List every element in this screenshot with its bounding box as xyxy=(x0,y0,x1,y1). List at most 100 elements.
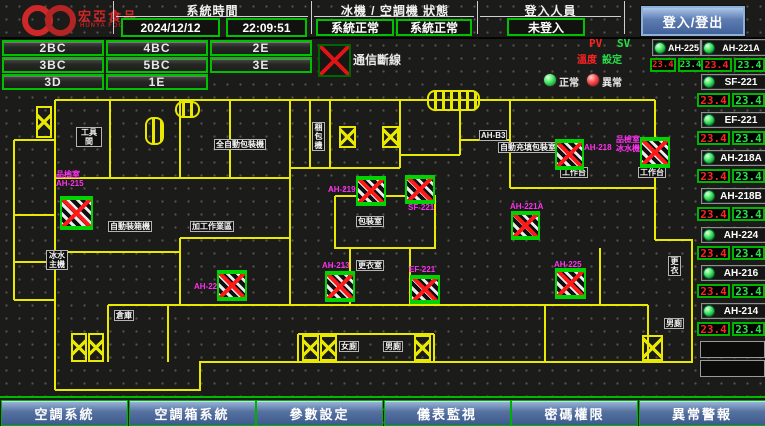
stair-x-icon xyxy=(36,106,52,138)
room-label: 更衣 xyxy=(668,256,681,276)
sv-value-ah-214: 23.4 xyxy=(732,322,765,336)
unit-name: SF-221 xyxy=(717,77,765,88)
sv-header-label: SV xyxy=(617,37,630,50)
unit-button-ah-218b[interactable]: AH-218B xyxy=(701,188,765,204)
nav-separator xyxy=(0,396,765,398)
value-row-ah-225: 23.423.4 xyxy=(650,58,700,72)
chiller-status-value: 系統正常 xyxy=(316,19,394,36)
device-icon-ef-221[interactable] xyxy=(410,275,440,304)
device-icon--ah-215[interactable] xyxy=(60,196,93,230)
unit-button-ah-224[interactable]: AH-224 xyxy=(701,227,765,243)
device-icon-ah-213[interactable] xyxy=(325,271,355,302)
divider xyxy=(624,1,625,34)
pv-value-ah-218b: 23.4 xyxy=(697,207,730,221)
unit-led-icon xyxy=(703,114,715,126)
login-user-label: 登入人員 xyxy=(480,2,621,19)
nav-button-alarm[interactable]: 異常警報 xyxy=(639,400,765,426)
abnormal-label: 異常 xyxy=(602,74,622,89)
floor-button-3e[interactable]: 3E xyxy=(210,57,312,73)
pv-value-ah-214: 23.4 xyxy=(697,322,730,336)
divider xyxy=(477,1,478,34)
device-label-ef-221: EF-221 xyxy=(409,265,435,274)
unit-button-ah-221a[interactable]: AH-221A xyxy=(701,39,765,56)
stair-x-icon xyxy=(642,335,663,361)
unit-button-ah-218a[interactable]: AH-218A xyxy=(701,150,765,166)
pv-value-ah-216: 23.4 xyxy=(697,284,730,298)
unit-button-sf-221[interactable]: SF-221 xyxy=(701,74,765,90)
floor-button-2e[interactable]: 2E xyxy=(210,40,312,56)
sv-sub-label: 設定 xyxy=(602,51,622,66)
unit-button-ah-214[interactable]: AH-214 xyxy=(701,303,765,319)
unit-led-icon xyxy=(703,152,715,164)
login-logout-button[interactable]: 登入/登出 xyxy=(641,6,745,36)
unit-name: AH-225 xyxy=(668,43,699,53)
device-label--: 品檢室 冰水機 xyxy=(616,135,640,153)
nav-button-meter-monitor[interactable]: 儀表監視 xyxy=(384,400,511,426)
device-icon-ah-224[interactable] xyxy=(217,270,247,301)
room-label: 包裝室 xyxy=(356,216,384,227)
room-label: 自動充填包裝室 xyxy=(498,142,558,153)
room-label: 女廁 xyxy=(339,341,359,352)
unit-led-icon xyxy=(703,305,715,317)
nav-button-password-auth[interactable]: 密碼權限 xyxy=(511,400,638,426)
room-label: 工具間 xyxy=(76,127,102,147)
floor-button-1e[interactable]: 1E xyxy=(106,74,208,90)
sv-value-ah-218a: 23.4 xyxy=(732,169,765,183)
sv-value-ah-224: 23.4 xyxy=(732,246,765,260)
floor-button-2bc[interactable]: 2BC xyxy=(2,40,104,56)
floor-button-3d[interactable]: 3D xyxy=(2,74,104,90)
stair-x-icon xyxy=(88,333,104,362)
unit-led-icon xyxy=(654,42,666,54)
comm-loss-icon xyxy=(318,44,351,77)
device-icon-ah-218[interactable] xyxy=(555,139,584,170)
room-label: 全自動包裝機 xyxy=(214,139,266,150)
unit-led-icon xyxy=(703,190,715,202)
sv-value-sf-221: 23.4 xyxy=(732,93,765,107)
unit-name: AH-224 xyxy=(717,230,765,241)
nav-button-param-settings[interactable]: 參數設定 xyxy=(256,400,383,426)
device-icon-ah-219a[interactable] xyxy=(356,176,386,206)
door-icon xyxy=(175,101,200,118)
floor-button-4bc[interactable]: 4BC xyxy=(106,40,208,56)
floor-button-3bc[interactable]: 3BC xyxy=(2,57,104,73)
divider xyxy=(311,1,312,34)
device-icon-ah-221a[interactable] xyxy=(511,211,540,240)
system-date-value: 2024/12/12 xyxy=(121,18,220,37)
unit-button-ah-216[interactable]: AH-216 xyxy=(701,265,765,281)
unit-name: AH-221A xyxy=(717,43,765,53)
pv-sub-label: 溫度 xyxy=(577,51,597,66)
login-user-value: 未登入 xyxy=(507,18,585,36)
door-icon xyxy=(145,117,164,145)
nav-button-ahu-system[interactable]: 空調箱系統 xyxy=(129,400,256,426)
room-label: 加工作業區 xyxy=(190,221,234,232)
comm-loss-label: 通信斷線 xyxy=(353,51,401,68)
unit-button-ah-225[interactable]: AH-225 xyxy=(652,39,701,56)
unit-name: EF-221 xyxy=(717,115,765,126)
room-label: 男廁 xyxy=(383,341,403,352)
header-bar: 宏亞食品 HUNYA FOODS 系統時間 2024/12/12 22:09:5… xyxy=(0,0,765,39)
value-row-ah-218b: 23.423.4 xyxy=(697,207,765,221)
device-label-ah-218: AH-218 xyxy=(584,143,612,152)
stair-x-icon xyxy=(302,335,319,361)
device-icon-sf-221[interactable] xyxy=(405,175,435,204)
hmi-screen: { "header": { "logo_title": "宏亞食品", "log… xyxy=(0,0,765,426)
floor-button-5bc[interactable]: 5BC xyxy=(106,57,208,73)
device-icon--[interactable] xyxy=(640,137,670,168)
room-label: AH-B3 xyxy=(479,130,507,141)
device-label--ah-215: 品檢室 AH-215 xyxy=(56,170,84,188)
device-icon-ah-225[interactable] xyxy=(555,268,586,299)
pv-header-label: PV xyxy=(589,37,602,50)
abnormal-led-icon xyxy=(586,73,600,87)
value-row-ah-218a: 23.423.4 xyxy=(697,169,765,183)
nav-button-ac-system[interactable]: 空調系統 xyxy=(1,400,128,426)
value-row-ah-224: 23.423.4 xyxy=(697,246,765,260)
system-time-value: 22:09:51 xyxy=(226,18,307,37)
pv-value-ah-224: 23.4 xyxy=(697,246,730,260)
unit-button-ef-221[interactable]: EF-221 xyxy=(701,112,765,128)
room-label: 工作台 xyxy=(638,167,666,178)
device-label-ah-213: AH-213 xyxy=(322,261,350,270)
sv-value-ef-221: 23.4 xyxy=(732,131,765,145)
empty-slot xyxy=(700,341,765,358)
unit-name: AH-218B xyxy=(717,191,765,202)
divider xyxy=(113,1,114,34)
